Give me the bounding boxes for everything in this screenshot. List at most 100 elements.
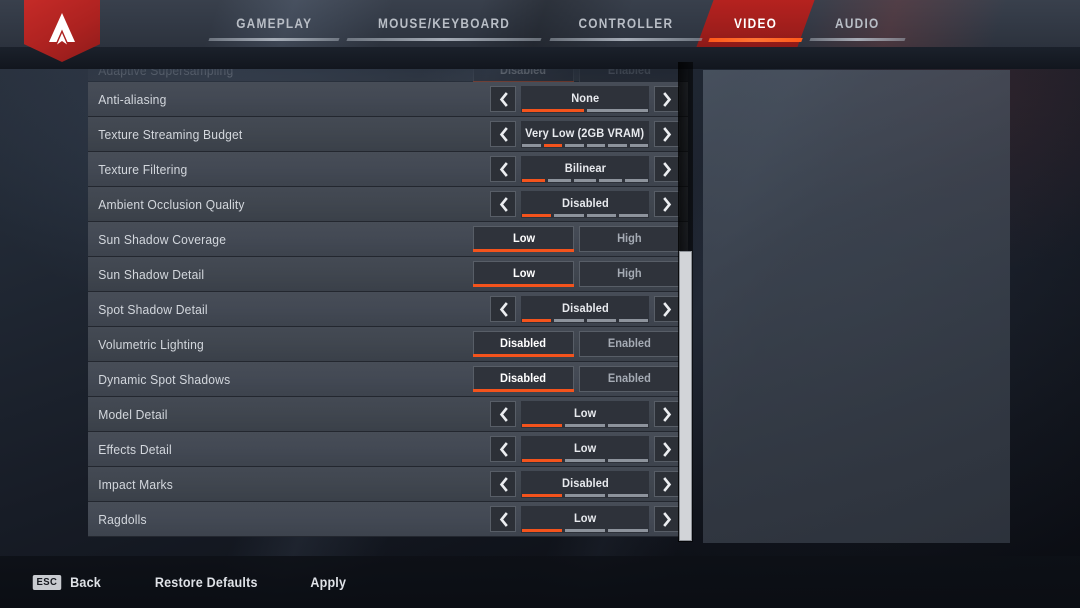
setting-row-label: Texture Streaming Budget [98, 126, 243, 142]
tab-audio[interactable]: AUDIO [806, 0, 909, 47]
setting-row-sun-shadow-detail[interactable]: Sun Shadow Detail Low High [88, 257, 688, 292]
chevron-left-icon[interactable] [490, 191, 516, 217]
apply-button[interactable]: Apply [309, 575, 348, 590]
settings-tabs: GAMEPLAY MOUSE/KEYBOARD CONTROLLER VIDEO AUD… [205, 0, 909, 47]
tab-underline [708, 38, 804, 42]
tab-label: AUDIO [835, 16, 880, 31]
chevron-right-icon[interactable] [654, 506, 680, 532]
chevron-left-icon[interactable] [490, 86, 516, 112]
chevron-right-icon[interactable] [654, 121, 680, 147]
setting-value[interactable]: Low [521, 435, 649, 463]
setting-row-impact-marks[interactable]: Impact Marks Disabled [88, 467, 688, 502]
setting-row-label: Ambient Occlusion Quality [98, 196, 245, 212]
chevron-right-icon[interactable] [654, 401, 680, 427]
chevron-right-icon[interactable] [654, 156, 680, 182]
toggle-option-label: Enabled [608, 371, 651, 385]
chevron-left-icon[interactable] [490, 471, 516, 497]
segment-indicator [522, 143, 541, 147]
setting-row-ragdolls[interactable]: Ragdolls Low [88, 502, 688, 537]
setting-row-control: Disabled [490, 187, 680, 221]
setting-row-model-detail[interactable]: Model Detail Low [88, 397, 688, 432]
chevron-left-icon[interactable] [490, 401, 516, 427]
toggle-option-enabled[interactable]: Enabled [579, 331, 680, 357]
setting-value[interactable]: Bilinear [521, 155, 649, 183]
segment-track [522, 108, 648, 112]
toggle-option-disabled[interactable]: Disabled [473, 366, 574, 392]
scrollbar-thumb[interactable] [679, 251, 692, 541]
segment-indicator [522, 423, 562, 427]
segment-indicator [608, 143, 627, 147]
chevron-right-icon[interactable] [654, 86, 680, 112]
segment-track [522, 318, 648, 322]
toggle-option-low[interactable]: Low [473, 226, 574, 252]
segment-indicator [522, 318, 552, 322]
setting-row-texture-filtering[interactable]: Texture Filtering Bilinear [88, 152, 688, 187]
back-button[interactable]: ESC Back [32, 574, 102, 590]
tab-gameplay[interactable]: GAMEPLAY [205, 0, 343, 47]
topbar-shadow-strip [0, 47, 1080, 69]
back-label: Back [69, 574, 101, 590]
segment-indicator [629, 143, 648, 147]
setting-row-control: Disabled [490, 292, 680, 326]
chevron-right-icon[interactable] [654, 471, 680, 497]
setting-row-control: Low [490, 432, 680, 466]
toggle-option-high[interactable]: High [579, 226, 680, 252]
setting-value[interactable]: Very Low (2GB VRAM) [521, 120, 649, 148]
setting-row-sun-shadow-coverage[interactable]: Sun Shadow Coverage Low High [88, 222, 688, 257]
setting-row-effects-detail[interactable]: Effects Detail Low [88, 432, 688, 467]
toggle-option-low[interactable]: Low [473, 261, 574, 287]
segment-indicator [618, 213, 648, 217]
chevron-left-icon[interactable] [490, 436, 516, 462]
segment-indicator [522, 493, 562, 497]
toggle-option-label: Low [512, 266, 535, 280]
chevron-right-icon[interactable] [654, 436, 680, 462]
tab-video[interactable]: VIDEO [696, 0, 815, 47]
chevron-left-icon[interactable] [490, 506, 516, 532]
chevron-left-icon[interactable] [490, 121, 516, 147]
setting-value-label: Very Low (2GB VRAM) [525, 125, 645, 140]
chevron-right-icon[interactable] [654, 296, 680, 322]
setting-value-label: None [571, 90, 599, 105]
setting-value[interactable]: None [521, 85, 649, 113]
setting-row-control: Disabled Enabled [473, 362, 680, 396]
setting-row-texture-streaming-budget[interactable]: Texture Streaming Budget Very Low (2GB VR… [88, 117, 688, 152]
tab-mouse-keyboard[interactable]: MOUSE/KEYBOARD [343, 0, 545, 47]
setting-row-control: None [490, 82, 680, 116]
toggle-option-disabled[interactable]: Disabled [473, 331, 574, 357]
setting-row-anti-aliasing[interactable]: Anti-aliasing None [88, 82, 688, 117]
toggle-option-label: Enabled [608, 336, 651, 350]
setting-row-label: Model Detail [98, 406, 168, 422]
toggle-option-enabled[interactable]: Enabled [579, 366, 680, 392]
segment-indicator [608, 493, 648, 497]
setting-value[interactable]: Low [521, 400, 649, 428]
toggle-option-high[interactable]: High [579, 261, 680, 287]
segment-track [522, 423, 648, 427]
setting-row-spot-shadow-detail[interactable]: Spot Shadow Detail Disabled [88, 292, 688, 327]
tab-controller[interactable]: CONTROLLER [546, 0, 706, 47]
setting-value-label: Low [573, 405, 597, 420]
setting-row-volumetric-lighting[interactable]: Volumetric Lighting Disabled Enabled [88, 327, 688, 362]
restore-defaults-button[interactable]: Restore Defaults [151, 575, 261, 590]
segment-indicator [625, 178, 648, 182]
setting-value[interactable]: Disabled [521, 470, 649, 498]
setting-row-label: Texture Filtering [98, 161, 188, 177]
setting-value[interactable]: Disabled [521, 190, 649, 218]
chevron-right-icon[interactable] [654, 191, 680, 217]
setting-row-control: Low [490, 397, 680, 431]
setting-row-ambient-occlusion-quality[interactable]: Ambient Occlusion Quality Disabled [88, 187, 688, 222]
chevron-left-icon[interactable] [490, 296, 516, 322]
chevron-left-icon[interactable] [490, 156, 516, 182]
toggle-option-label: Disabled [500, 371, 547, 385]
setting-row-dynamic-spot-shadows[interactable]: Dynamic Spot Shadows Disabled Enabled [88, 362, 688, 397]
setting-row-label: Volumetric Lighting [98, 336, 204, 352]
tab-label: CONTROLLER [578, 16, 673, 31]
tab-underline [208, 38, 341, 41]
setting-value-label: Disabled [561, 195, 609, 210]
segment-indicator [586, 318, 616, 322]
segment-indicator [608, 423, 648, 427]
setting-value[interactable]: Disabled [521, 295, 649, 323]
segment-indicator [565, 493, 605, 497]
setting-row-label: Anti-aliasing [98, 91, 167, 107]
segment-indicator [522, 528, 562, 532]
setting-value[interactable]: Low [521, 505, 649, 533]
